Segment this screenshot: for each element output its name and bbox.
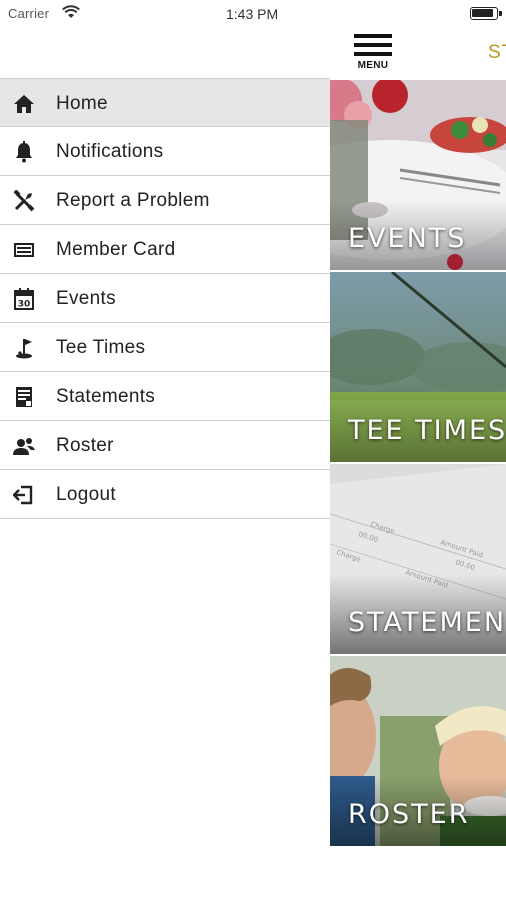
- main-content-panel: MENU ST: [330, 0, 506, 900]
- logout-icon: [12, 483, 36, 507]
- carrier-label: Carrier: [8, 6, 50, 21]
- bell-icon: [12, 140, 36, 164]
- events-tile-label: EVENTS: [348, 223, 467, 254]
- tools-icon: [12, 189, 36, 213]
- side-drawer: Home Notifications Report a Problem Memb…: [0, 0, 330, 900]
- drawer-item-roster[interactable]: Roster: [0, 421, 330, 470]
- drawer-item-report-problem[interactable]: Report a Problem: [0, 176, 330, 225]
- card-icon: [12, 238, 36, 262]
- roster-tile[interactable]: ROSTER: [330, 656, 506, 846]
- drawer-item-label: Tee Times: [56, 337, 146, 358]
- drawer-item-label: Events: [56, 288, 116, 309]
- header-title: ST: [488, 42, 506, 63]
- status-bar: Carrier 1:43 PM: [0, 0, 506, 28]
- drawer-item-label: Logout: [56, 484, 116, 505]
- drawer-item-statements[interactable]: Statements: [0, 372, 330, 421]
- home-icon: [12, 92, 36, 116]
- statements-tile[interactable]: Charge Amount Paid 00.00 00.00 Charge Am…: [330, 464, 506, 654]
- drawer-item-logout[interactable]: Logout: [0, 470, 330, 519]
- status-time: 1:43 PM: [226, 6, 279, 22]
- golf-flag-icon: [12, 336, 36, 360]
- drawer-item-member-card[interactable]: Member Card: [0, 225, 330, 274]
- drawer-item-events[interactable]: 30 Events: [0, 274, 330, 323]
- hamburger-icon: [354, 34, 392, 38]
- tee-times-tile-label: TEE TIMES: [348, 415, 506, 446]
- roster-tile-label: ROSTER: [348, 799, 470, 830]
- people-icon: [12, 434, 36, 458]
- statement-icon: [12, 385, 36, 409]
- drawer-item-tee-times[interactable]: Tee Times: [0, 323, 330, 372]
- drawer-item-label: Roster: [56, 435, 114, 456]
- menu-button-label: MENU: [357, 60, 389, 71]
- svg-text:30: 30: [18, 300, 31, 310]
- drawer-item-label: Statements: [56, 386, 156, 407]
- drawer-item-label: Report a Problem: [56, 190, 210, 211]
- calendar-icon: 30: [12, 287, 36, 311]
- events-tile[interactable]: EVENTS: [330, 80, 506, 270]
- drawer-item-label: Home: [56, 93, 108, 114]
- drawer-item-label: Notifications: [56, 141, 164, 162]
- statements-tile-label: STATEMEN: [348, 607, 506, 638]
- drawer-item-label: Member Card: [56, 239, 176, 260]
- drawer-menu-list: Home Notifications Report a Problem Memb…: [0, 78, 330, 519]
- tee-times-tile[interactable]: TEE TIMES: [330, 272, 506, 462]
- wifi-icon: [62, 5, 80, 18]
- app-screen: Carrier 1:43 PM MENU ST: [0, 0, 506, 900]
- drawer-item-home[interactable]: Home: [0, 78, 330, 127]
- menu-button[interactable]: MENU: [354, 34, 392, 72]
- battery-icon: [470, 7, 502, 20]
- drawer-item-notifications[interactable]: Notifications: [0, 127, 330, 176]
